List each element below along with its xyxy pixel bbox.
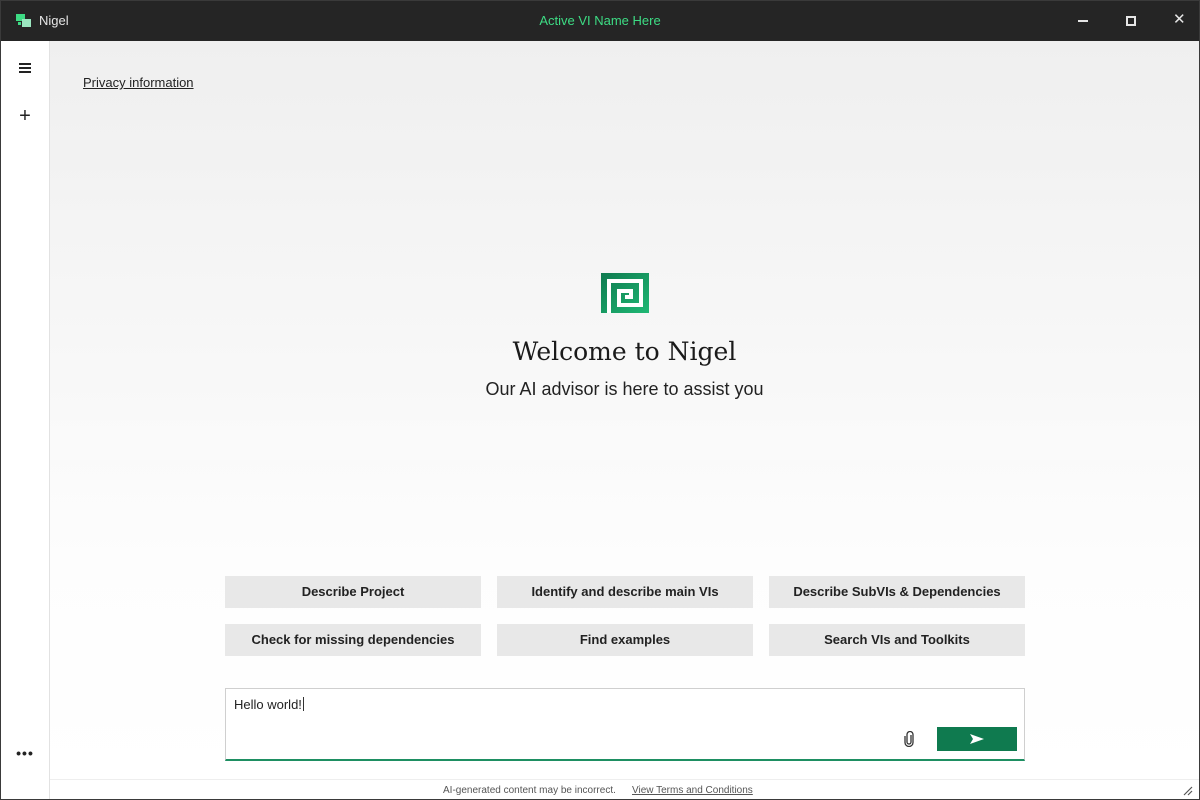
suggestion-describe-subvis[interactable]: Describe SubVIs & Dependencies bbox=[769, 576, 1025, 608]
new-chat-button[interactable]: + bbox=[9, 101, 41, 133]
menu-button[interactable] bbox=[9, 53, 41, 85]
suggestion-find-examples[interactable]: Find examples bbox=[497, 624, 753, 656]
paperclip-icon[interactable] bbox=[902, 731, 916, 747]
chat-input[interactable]: Hello world! bbox=[225, 688, 1025, 761]
title-bar: Nigel Active VI Name Here ✕ bbox=[1, 1, 1199, 41]
chat-input-value: Hello world! bbox=[234, 697, 302, 712]
nigel-logo-icon bbox=[601, 273, 649, 313]
more-options-button[interactable]: ••• bbox=[9, 739, 41, 771]
suggestion-identify-main-vis[interactable]: Identify and describe main VIs bbox=[497, 576, 753, 608]
plus-icon: + bbox=[19, 105, 31, 127]
suggestion-check-missing-dependencies[interactable]: Check for missing dependencies bbox=[225, 624, 481, 656]
minimize-icon bbox=[1078, 20, 1088, 22]
text-cursor bbox=[302, 697, 304, 711]
send-button[interactable] bbox=[937, 727, 1017, 751]
main-panel: Privacy information Welcome to Nigel Our… bbox=[50, 41, 1199, 779]
terms-link[interactable]: View Terms and Conditions bbox=[632, 785, 753, 796]
welcome-subtitle: Our AI advisor is here to assist you bbox=[485, 379, 764, 399]
more-icon: ••• bbox=[16, 745, 34, 761]
suggestion-search-vis-toolkits[interactable]: Search VIs and Toolkits bbox=[769, 624, 1025, 656]
maximize-icon bbox=[1126, 16, 1136, 26]
close-button[interactable]: ✕ bbox=[1155, 1, 1199, 41]
privacy-information-link[interactable]: Privacy information bbox=[83, 75, 194, 90]
chat-input-text[interactable]: Hello world! bbox=[234, 697, 304, 712]
minimize-button[interactable] bbox=[1059, 1, 1107, 41]
active-vi-name: Active VI Name Here bbox=[539, 13, 661, 28]
app-window: Nigel Active VI Name Here ✕ + ••• Privac… bbox=[0, 0, 1200, 800]
send-icon bbox=[970, 734, 984, 744]
footer: AI-generated content may be incorrect. V… bbox=[50, 779, 1199, 799]
maximize-button[interactable] bbox=[1107, 1, 1155, 41]
suggestion-describe-project[interactable]: Describe Project bbox=[225, 576, 481, 608]
welcome-title: Welcome to Nigel bbox=[512, 337, 737, 366]
resize-grip-icon[interactable] bbox=[1183, 786, 1193, 796]
sidebar: + ••• bbox=[1, 41, 50, 799]
ai-disclaimer: AI-generated content may be incorrect. bbox=[443, 785, 616, 796]
close-icon: ✕ bbox=[1173, 11, 1186, 28]
menu-icon bbox=[19, 63, 31, 65]
